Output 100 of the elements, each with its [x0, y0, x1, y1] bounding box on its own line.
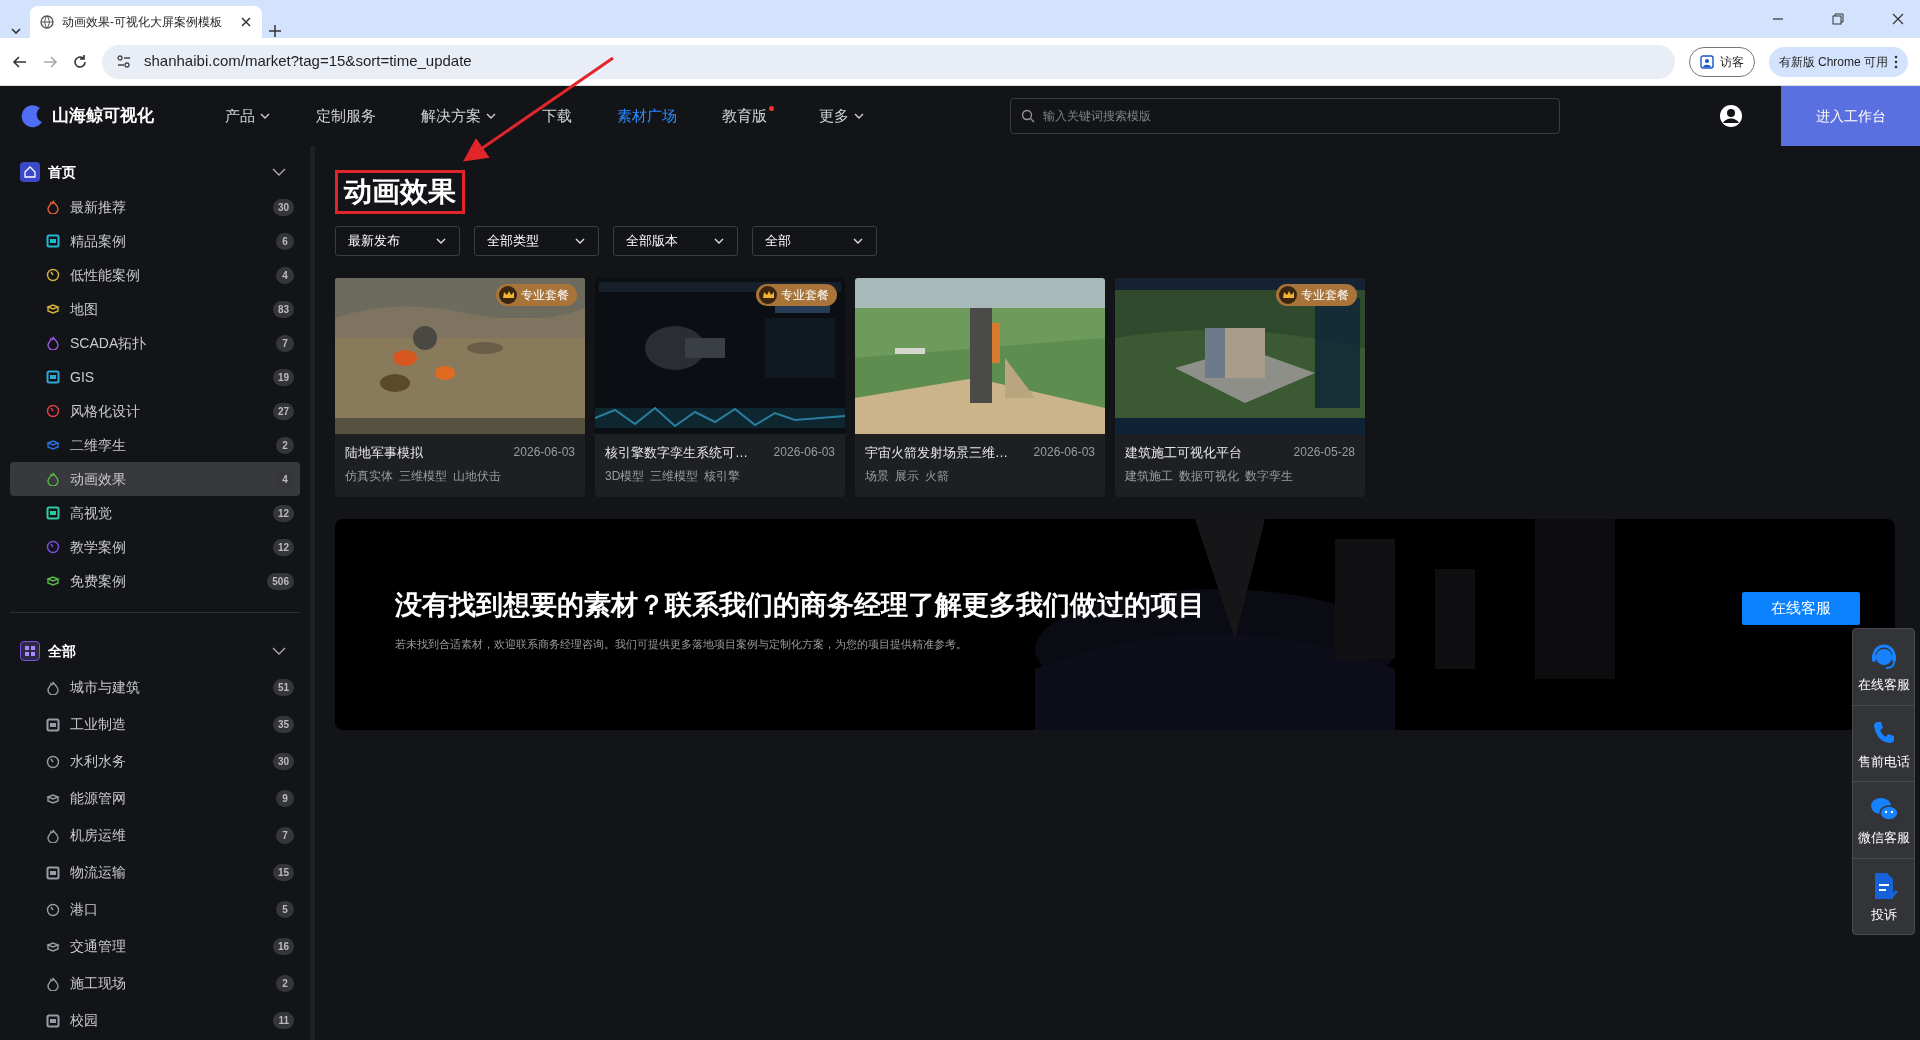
crown-icon: [762, 289, 774, 301]
notification-dot: [769, 105, 774, 111]
nav-link[interactable]: 解决方案: [421, 104, 497, 128]
count-badge: 19: [272, 368, 294, 386]
banner-text: 若未找到合适素材，欢迎联系商务经理咨询。我们可提供更多落地项目案例与定制化方案，为您的项目提供精准参考。: [395, 636, 968, 652]
count-badge: 15: [272, 864, 294, 881]
back-icon[interactable]: [12, 53, 28, 70]
sidebar-item[interactable]: 机房运维 7: [10, 817, 300, 854]
nav-link[interactable]: 更多: [819, 104, 865, 128]
url-text: shanhaibi.com/market?tag=15&sort=time_update: [144, 51, 472, 72]
restore-icon[interactable]: [1832, 13, 1844, 25]
card-title: 宇宙火箭发射场景三维…: [865, 443, 1008, 462]
address-bar[interactable]: shanhaibi.com/market?tag=15&sort=time_update: [102, 44, 1675, 79]
side-service-button[interactable]: 在线客服: [1853, 629, 1914, 706]
close-icon[interactable]: [240, 16, 252, 28]
count-badge: 5: [276, 901, 294, 918]
card-tag[interactable]: 核引擎: [704, 467, 741, 486]
card-tag[interactable]: 3D模型: [605, 467, 645, 486]
template-card[interactable]: 专业套餐 建筑施工可视化平台 2026-05-28 建筑施工 数据可视化 数字孪生: [1115, 277, 1365, 498]
update-button[interactable]: 有新版 Chrome 可用: [1768, 46, 1908, 77]
sidebar-item[interactable]: 施工现场 2: [10, 965, 300, 1002]
count-badge: 35: [272, 716, 294, 733]
template-card[interactable]: 专业套餐 陆地军事模拟 2026-06-03 仿真实体 三维模型 山地伏击: [335, 277, 585, 498]
card-tag[interactable]: 数字孪生: [1245, 467, 1293, 486]
workspace-button[interactable]: 进入工作台: [1781, 86, 1920, 146]
sidebar-item[interactable]: 动画效果 4: [10, 462, 300, 496]
profile-button[interactable]: 访客: [1688, 46, 1755, 77]
filter-dropdown[interactable]: 全部版本: [613, 225, 738, 256]
nav-link[interactable]: 定制服务: [316, 104, 376, 128]
close-icon[interactable]: [1892, 13, 1904, 25]
sidebar-item[interactable]: 最新推荐 30: [10, 190, 300, 224]
sidebar-item[interactable]: 免费案例 506: [10, 564, 300, 598]
sidebar-item[interactable]: 水利水务 30: [10, 743, 300, 780]
sidebar-item[interactable]: 教学案例 12: [10, 530, 300, 564]
template-card[interactable]: 宇宙火箭发射场景三维… 2026-06-03 场景 展示 火箭: [855, 277, 1105, 498]
sidebar-item[interactable]: 精品案例 6: [10, 224, 300, 258]
crown-icon: [502, 289, 514, 301]
nav-link[interactable]: 产品: [225, 104, 271, 128]
banner-heading: 没有找到想要的素材？联系我们的商务经理了解更多我们做过的项目: [395, 589, 1205, 622]
sidebar-item[interactable]: SCADA拓扑 7: [10, 326, 300, 360]
card-title: 核引擎数字孪生系统可…: [605, 443, 748, 462]
sidebar-item[interactable]: 物流运输 15: [10, 854, 300, 891]
count-badge: 12: [272, 538, 294, 556]
count-badge: 30: [272, 198, 294, 216]
sidebar-item[interactable]: 校园 11: [10, 1002, 300, 1039]
globe-icon: [40, 15, 54, 29]
side-service-button[interactable]: 售前电话: [1853, 705, 1914, 782]
card-title: 陆地军事模拟: [345, 443, 423, 462]
count-badge: 2: [276, 436, 294, 454]
sidebar-group-header[interactable]: 首页: [10, 154, 300, 190]
browser-tab[interactable]: 动画效果-可视化大屏案例模板: [30, 6, 262, 38]
sidebar-item[interactable]: 低性能案例 4: [10, 258, 300, 292]
filter-dropdown[interactable]: 全部类型: [474, 225, 599, 256]
sidebar-item[interactable]: 工业制造 35: [10, 706, 300, 743]
card-tag[interactable]: 三维模型: [399, 467, 447, 486]
card-date: 2026-06-03: [1033, 444, 1095, 462]
group-title: 首页: [48, 162, 76, 182]
card-tag[interactable]: 建筑施工: [1125, 467, 1173, 486]
nav-link[interactable]: 素材广场: [617, 104, 677, 128]
sidebar-group-header[interactable]: 全部: [10, 633, 300, 669]
profile-icon: [1699, 54, 1714, 69]
reload-icon[interactable]: [72, 53, 88, 70]
sidebar-item[interactable]: 能源管网 9: [10, 780, 300, 817]
search-field[interactable]: 输入关键词搜索模版: [1010, 98, 1560, 134]
card-tag[interactable]: 仿真实体: [345, 467, 393, 486]
nav-link[interactable]: 下载: [542, 104, 572, 128]
nav-link[interactable]: 教育版: [722, 104, 774, 128]
sidebar-item[interactable]: 地图 83: [10, 292, 300, 326]
filter-dropdown[interactable]: 全部: [752, 225, 877, 256]
count-badge: 7: [276, 334, 294, 352]
crown-icon: [1282, 289, 1294, 301]
card-tag[interactable]: 场景: [865, 467, 889, 486]
new-tab-icon[interactable]: [268, 24, 282, 38]
user-avatar-icon[interactable]: [1719, 104, 1743, 128]
sidebar-item[interactable]: 港口 5: [10, 891, 300, 928]
page-title: 动画效果: [335, 170, 465, 214]
sidebar-item[interactable]: 交通管理 16: [10, 928, 300, 965]
card-tag[interactable]: 火箭: [925, 467, 949, 486]
card-tag[interactable]: 山地伏击: [453, 467, 501, 486]
logo-icon: [20, 104, 44, 128]
sidebar-item[interactable]: 风格化设计 27: [10, 394, 300, 428]
count-badge: 6: [276, 232, 294, 250]
card-date: 2026-06-03: [773, 444, 835, 462]
sidebar-item[interactable]: 城市与建筑 51: [10, 669, 300, 706]
card-tag[interactable]: 三维模型: [650, 467, 699, 486]
side-service-button[interactable]: 投诉: [1853, 858, 1914, 934]
side-service-button[interactable]: 微信客服: [1853, 782, 1914, 859]
count-badge: 30: [272, 753, 294, 770]
site-settings-icon[interactable]: [116, 54, 132, 69]
card-tag[interactable]: 展示: [895, 467, 919, 486]
card-tag[interactable]: 数据可视化: [1179, 467, 1239, 486]
count-badge: 2: [276, 975, 294, 992]
template-card[interactable]: 专业套餐 核引擎数字孪生系统可… 2026-06-03 3D模型 三维模型 核引擎: [595, 277, 845, 498]
count-badge: 4: [276, 266, 294, 284]
sidebar-item[interactable]: GIS 19: [10, 360, 300, 394]
online-service-button[interactable]: 在线客服: [1742, 592, 1860, 626]
sidebar-item[interactable]: 二维孪生 2: [10, 428, 300, 462]
sidebar-item[interactable]: 高视觉 12: [10, 496, 300, 530]
count-badge: 16: [272, 938, 294, 955]
filter-dropdown[interactable]: 最新发布: [335, 225, 460, 256]
